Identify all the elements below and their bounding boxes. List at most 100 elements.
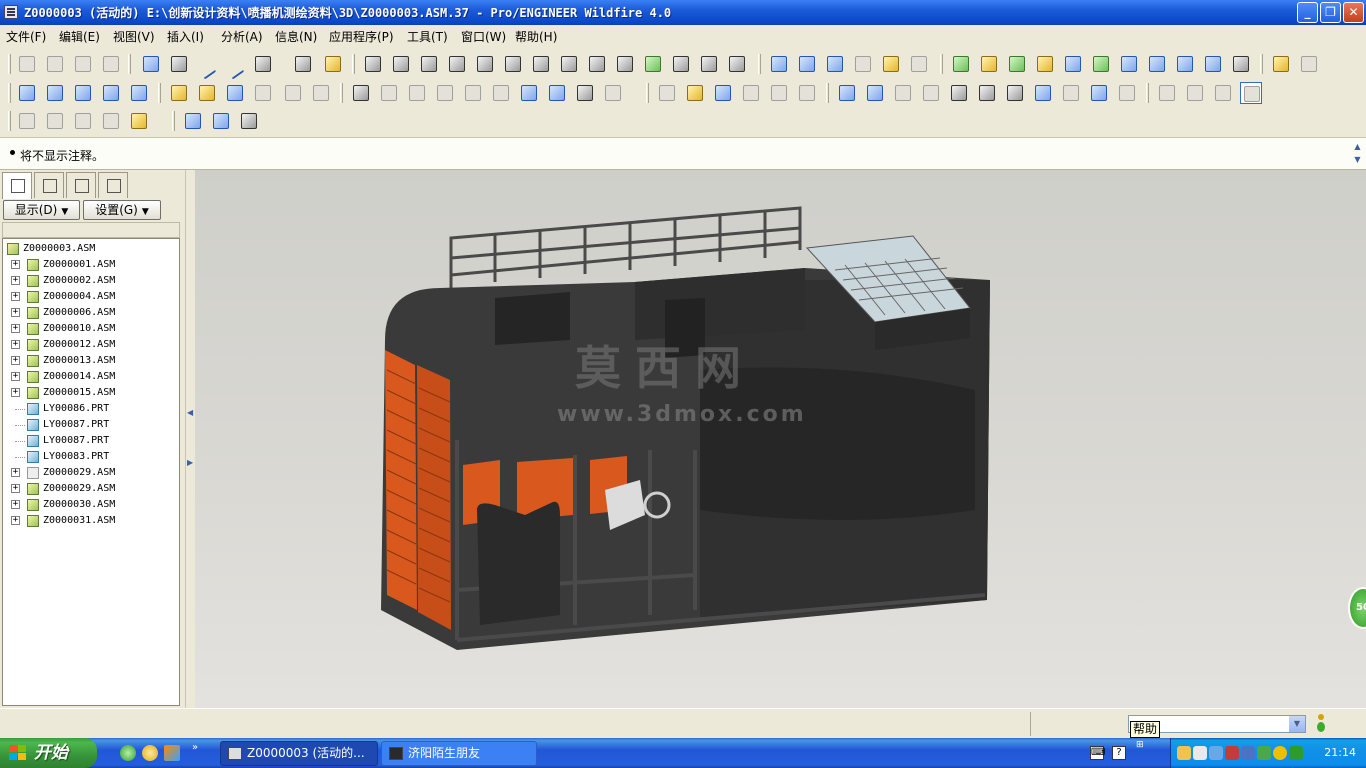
print-icon[interactable]	[740, 82, 762, 104]
coordinate-system-icon[interactable]	[292, 53, 314, 75]
tree-item[interactable]: + Z0000031.ASM	[5, 513, 175, 529]
blend-icon[interactable]	[100, 82, 122, 104]
component-package-icon[interactable]	[852, 53, 874, 75]
menu-insert[interactable]: 插入(I)	[167, 28, 204, 45]
redo-icon[interactable]	[378, 82, 400, 104]
trim-icon[interactable]	[224, 82, 246, 104]
gtol-icon[interactable]	[474, 53, 496, 75]
find-icon[interactable]	[574, 82, 596, 104]
reference-dimension-icon[interactable]	[390, 53, 412, 75]
toolbar-grip[interactable]	[158, 83, 161, 103]
expand-icon[interactable]: +	[11, 484, 20, 493]
tree-item[interactable]: LY00087.PRT	[5, 417, 175, 433]
perspective-icon[interactable]	[1174, 53, 1196, 75]
scroll-up-icon[interactable]: ▲	[1351, 140, 1364, 153]
toolbar-grip[interactable]	[826, 83, 829, 103]
tree-item[interactable]: + Z0000015.ASM	[5, 385, 175, 401]
expand-arrow-icon[interactable]: ▶	[187, 458, 193, 467]
hierarchy-icon[interactable]	[1298, 53, 1320, 75]
tree-item[interactable]: + Z0000029.ASM	[5, 481, 175, 497]
selection-box-icon[interactable]	[602, 82, 624, 104]
tree-item[interactable]: + Z0000002.ASM	[5, 273, 175, 289]
shading-icon[interactable]	[1240, 82, 1262, 104]
extend-icon[interactable]	[282, 82, 304, 104]
fillet-icon[interactable]	[16, 53, 38, 75]
connections-tab[interactable]	[98, 172, 128, 198]
menu-file[interactable]: 文件(F)	[6, 28, 46, 45]
toolbar-grip[interactable]	[8, 83, 11, 103]
model-tree[interactable]: Z0000003.ASM + Z0000001.ASM + Z0000002.ASM…	[2, 238, 180, 706]
dimension-icon[interactable]	[362, 53, 384, 75]
symbol-icon[interactable]	[558, 53, 580, 75]
view-manager-icon[interactable]	[1116, 82, 1138, 104]
zoom-out-icon[interactable]	[976, 82, 998, 104]
expand-icon[interactable]: +	[11, 500, 20, 509]
mirror-icon[interactable]	[252, 82, 274, 104]
close-button[interactable]: ✕	[1343, 2, 1364, 23]
datum-plane-icon[interactable]	[168, 53, 190, 75]
tree-item[interactable]: + Z0000010.ASM	[5, 321, 175, 337]
tree-item[interactable]: LY00086.PRT	[5, 401, 175, 417]
language-bar-icon[interactable]: ⊞	[1136, 740, 1144, 750]
curve-analysis-icon[interactable]	[614, 53, 636, 75]
scroll-down-icon[interactable]: ▼	[1351, 153, 1364, 166]
boundary-blend-icon[interactable]	[128, 82, 150, 104]
refit-icon[interactable]	[1004, 82, 1026, 104]
window-activate-icon[interactable]	[182, 110, 204, 132]
menu-analysis[interactable]: 分析(A)	[221, 28, 263, 45]
tag-icon[interactable]	[1270, 53, 1292, 75]
pattern-icon[interactable]	[100, 53, 122, 75]
expand-icon[interactable]: +	[11, 308, 20, 317]
orient-mode-icon[interactable]	[892, 82, 914, 104]
tree-item[interactable]: LY00087.PRT	[5, 433, 175, 449]
annotation-display-icon[interactable]	[128, 110, 150, 132]
tray-shield-icon[interactable]	[1289, 746, 1303, 760]
variable-sweep-icon[interactable]	[72, 82, 94, 104]
saved-views-icon[interactable]	[1060, 82, 1082, 104]
revolve-icon[interactable]	[44, 82, 66, 104]
camera-icon[interactable]	[1202, 53, 1224, 75]
regenerate-icon[interactable]	[518, 82, 540, 104]
appearance-icon[interactable]	[950, 53, 972, 75]
graphics-window[interactable]: 莫西网 www.3dmox.com 50	[195, 170, 1366, 708]
clock[interactable]: 21:14	[1324, 746, 1356, 759]
quicklaunch-browser-icon[interactable]	[120, 745, 136, 761]
keyboard-icon[interactable]: ⌨	[1090, 746, 1105, 760]
minimize-button[interactable]: _	[1297, 2, 1318, 23]
settings-button[interactable]: 设置(G) ▼	[83, 200, 161, 220]
tree-item[interactable]: + Z0000013.ASM	[5, 353, 175, 369]
expand-icon[interactable]: +	[11, 276, 20, 285]
expand-icon[interactable]: +	[11, 372, 20, 381]
menu-info[interactable]: 信息(N)	[275, 28, 317, 45]
tree-item[interactable]: + Z0000006.ASM	[5, 305, 175, 321]
room-icon[interactable]	[1006, 53, 1028, 75]
expand-icon[interactable]: +	[11, 516, 20, 525]
toolbar-grip[interactable]	[646, 83, 649, 103]
surface-analysis-icon[interactable]	[642, 53, 664, 75]
decal-icon[interactable]	[1118, 53, 1140, 75]
navigator-splitter[interactable]: ◀ ▶	[185, 170, 195, 708]
menu-edit[interactable]: 编辑(E)	[59, 28, 100, 45]
expand-icon[interactable]: +	[11, 468, 20, 477]
datum-point-icon[interactable]	[252, 53, 274, 75]
tray-security-icon[interactable]	[1225, 746, 1239, 760]
tray-update-icon[interactable]	[1257, 746, 1271, 760]
toolbar-grip[interactable]	[128, 54, 131, 74]
folder-browser-tab[interactable]	[34, 172, 64, 198]
undo-icon[interactable]	[350, 82, 372, 104]
draft-analysis-icon[interactable]	[670, 53, 692, 75]
expand-icon[interactable]: +	[11, 292, 20, 301]
toolbar-grip[interactable]	[758, 54, 761, 74]
app-window-icon[interactable]	[4, 5, 18, 19]
component-place-icon[interactable]	[768, 53, 790, 75]
save-icon[interactable]	[712, 82, 734, 104]
menu-help[interactable]: 帮助(H)	[515, 28, 557, 45]
menu-tools[interactable]: 工具(T)	[407, 28, 448, 45]
pan-icon[interactable]	[920, 82, 942, 104]
expand-icon[interactable]: +	[11, 260, 20, 269]
mass-properties-icon[interactable]	[726, 53, 748, 75]
taskbar-item-browser[interactable]: 济阳陌生朋友	[381, 741, 537, 766]
window-checklist-icon[interactable]	[210, 110, 232, 132]
expand-icon[interactable]: +	[11, 324, 20, 333]
component-create-icon[interactable]	[796, 53, 818, 75]
